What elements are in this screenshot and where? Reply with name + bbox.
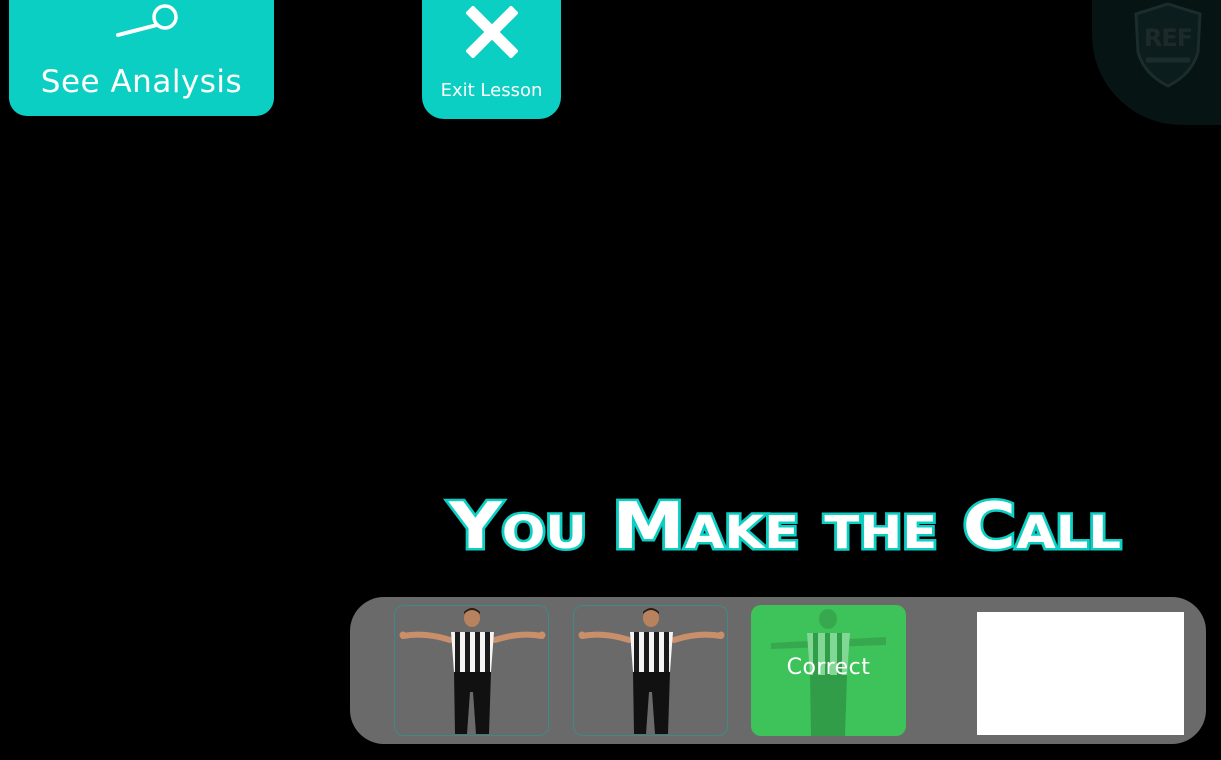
ref-logo-text: REF [1143,24,1193,52]
signal-option-2[interactable] [573,605,728,736]
referee-arms-outstretched-signal-icon [399,608,546,734]
headline-text: You Make the Call [448,490,1121,564]
exit-lesson-label: Exit Lesson [440,80,543,101]
ref-logo: REF [1092,0,1221,125]
page-title: You Make the Call [445,488,1123,566]
see-analysis-button[interactable]: See Analysis [9,0,274,116]
correct-result-label: Correct [786,655,871,680]
see-analysis-label: See Analysis [40,64,243,100]
exit-lesson-button[interactable]: Exit Lesson [422,0,561,119]
signal-option-3-correct[interactable]: Correct [751,605,906,736]
signal-option-1[interactable] [394,605,549,736]
magnifier-icon [116,4,178,37]
video-preview-panel[interactable] [977,612,1184,735]
close-x-icon [466,6,518,58]
lesson-screen: See Analysis Exit Lesson REF You Make th… [0,0,1221,760]
choice-tray: Correct [350,597,1206,744]
referee-arms-outstretched-signal-icon [578,608,725,734]
